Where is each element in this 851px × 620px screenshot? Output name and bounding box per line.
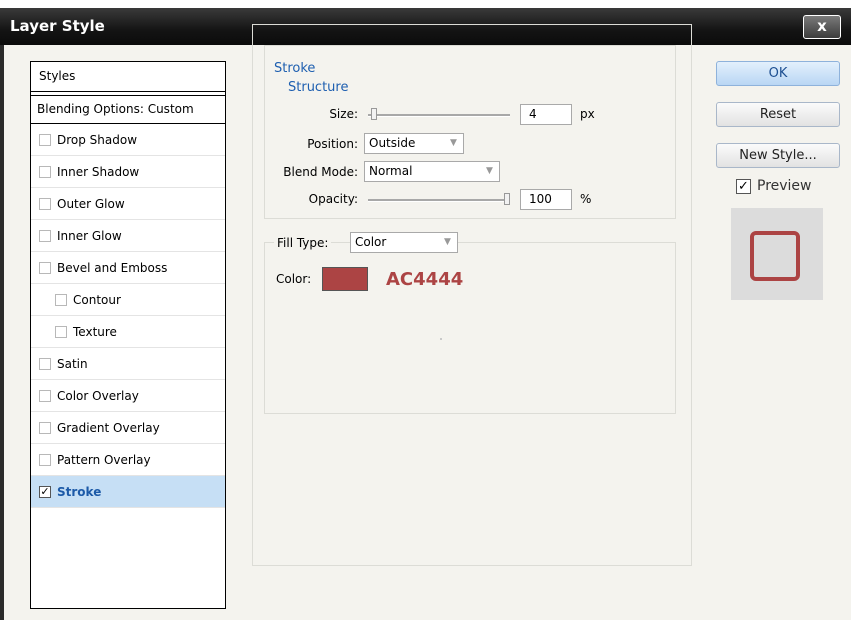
position-select[interactable]: Outside ▼ [364, 133, 464, 154]
style-item-contour[interactable]: Contour [31, 284, 225, 316]
style-item-label: Stroke [57, 484, 102, 499]
style-item-satin[interactable]: Satin [31, 348, 225, 380]
chevron-down-icon: ▼ [444, 237, 451, 247]
color-label: Color: [276, 272, 312, 286]
checkbox-icon[interactable] [39, 421, 51, 434]
color-swatch[interactable] [322, 267, 368, 291]
checkbox-icon[interactable] [39, 261, 51, 274]
checkbox-icon[interactable]: ✓ [736, 178, 751, 194]
size-slider-thumb[interactable] [370, 108, 377, 120]
checkbox-icon[interactable]: ✓ [39, 485, 51, 498]
checkbox-icon[interactable] [55, 293, 67, 306]
size-input[interactable]: 4 [520, 104, 572, 125]
styles-list: Styles Blending Options: Custom Drop Sha… [30, 61, 226, 609]
chevron-down-icon: ▼ [450, 138, 457, 148]
stroke-preview-square [750, 231, 800, 281]
checkbox-icon[interactable] [39, 133, 51, 146]
close-button[interactable]: x [803, 15, 841, 39]
blend-mode-label: Blend Mode: [283, 165, 358, 179]
style-item-label: Satin [57, 356, 88, 371]
style-items: Drop Shadow Inner Shadow Outer Glow Inner G… [31, 124, 225, 508]
preview-checkbox[interactable]: ✓ Preview [736, 178, 812, 194]
blend-mode-select[interactable]: Normal ▼ [364, 161, 500, 182]
structure-group-title: Structure [286, 80, 351, 95]
color-hex-text: AC4444 [386, 269, 464, 290]
style-item-stroke[interactable]: ✓ Stroke [31, 476, 225, 508]
checkbox-icon[interactable] [39, 165, 51, 178]
blend-mode-value: Normal [369, 164, 413, 178]
fill-type-value: Color [355, 235, 387, 249]
position-label: Position: [307, 137, 358, 151]
style-item-label: Pattern Overlay [57, 452, 151, 467]
preview-label: Preview [757, 178, 812, 194]
checkbox-icon[interactable] [39, 197, 51, 210]
style-item-gradient-overlay[interactable]: Gradient Overlay [31, 412, 225, 444]
style-item-color-overlay[interactable]: Color Overlay [31, 380, 225, 412]
blending-options-item[interactable]: Blending Options: Custom [31, 95, 225, 124]
opacity-slider-track[interactable] [368, 199, 510, 202]
size-label: Size: [329, 107, 358, 121]
style-item-outer-glow[interactable]: Outer Glow [31, 188, 225, 220]
style-item-label: Inner Glow [57, 228, 122, 243]
top-strip [0, 0, 851, 8]
style-item-label: Bevel and Emboss [57, 260, 168, 275]
style-item-bevel-and-emboss[interactable]: Bevel and Emboss [31, 252, 225, 284]
decorative-dot [440, 338, 442, 340]
size-unit: px [580, 107, 595, 121]
fill-type-label: Fill Type: [274, 236, 332, 250]
opacity-input[interactable]: 100 [520, 189, 572, 210]
close-icon: x [817, 17, 827, 35]
checkbox-icon[interactable] [39, 357, 51, 370]
checkbox-icon[interactable] [39, 229, 51, 242]
size-slider-track[interactable] [368, 114, 510, 117]
style-item-label: Drop Shadow [57, 132, 138, 147]
style-item-label: Contour [73, 292, 121, 307]
checkbox-icon[interactable] [39, 389, 51, 402]
style-item-label: Color Overlay [57, 388, 139, 403]
style-item-label: Gradient Overlay [57, 420, 160, 435]
style-item-texture[interactable]: Texture [31, 316, 225, 348]
style-preview [731, 208, 823, 300]
opacity-slider-thumb[interactable] [504, 193, 510, 205]
opacity-label: Opacity: [308, 192, 358, 206]
new-style-button[interactable]: New Style... [716, 143, 840, 168]
styles-header[interactable]: Styles [31, 62, 225, 92]
reset-button[interactable]: Reset [716, 102, 840, 127]
style-item-drop-shadow[interactable]: Drop Shadow [31, 124, 225, 156]
style-item-label: Texture [73, 324, 117, 339]
checkbox-icon[interactable] [55, 325, 67, 338]
position-value: Outside [369, 136, 416, 150]
window-title: Layer Style [10, 17, 105, 35]
style-item-label: Inner Shadow [57, 164, 140, 179]
style-item-label: Outer Glow [57, 196, 125, 211]
ok-button[interactable]: OK [716, 61, 840, 86]
opacity-unit: % [580, 192, 592, 206]
style-item-pattern-overlay[interactable]: Pattern Overlay [31, 444, 225, 476]
style-item-inner-glow[interactable]: Inner Glow [31, 220, 225, 252]
style-item-inner-shadow[interactable]: Inner Shadow [31, 156, 225, 188]
chevron-down-icon: ▼ [486, 166, 493, 176]
fill-type-select[interactable]: Color ▼ [350, 232, 458, 253]
checkbox-icon[interactable] [39, 453, 51, 466]
